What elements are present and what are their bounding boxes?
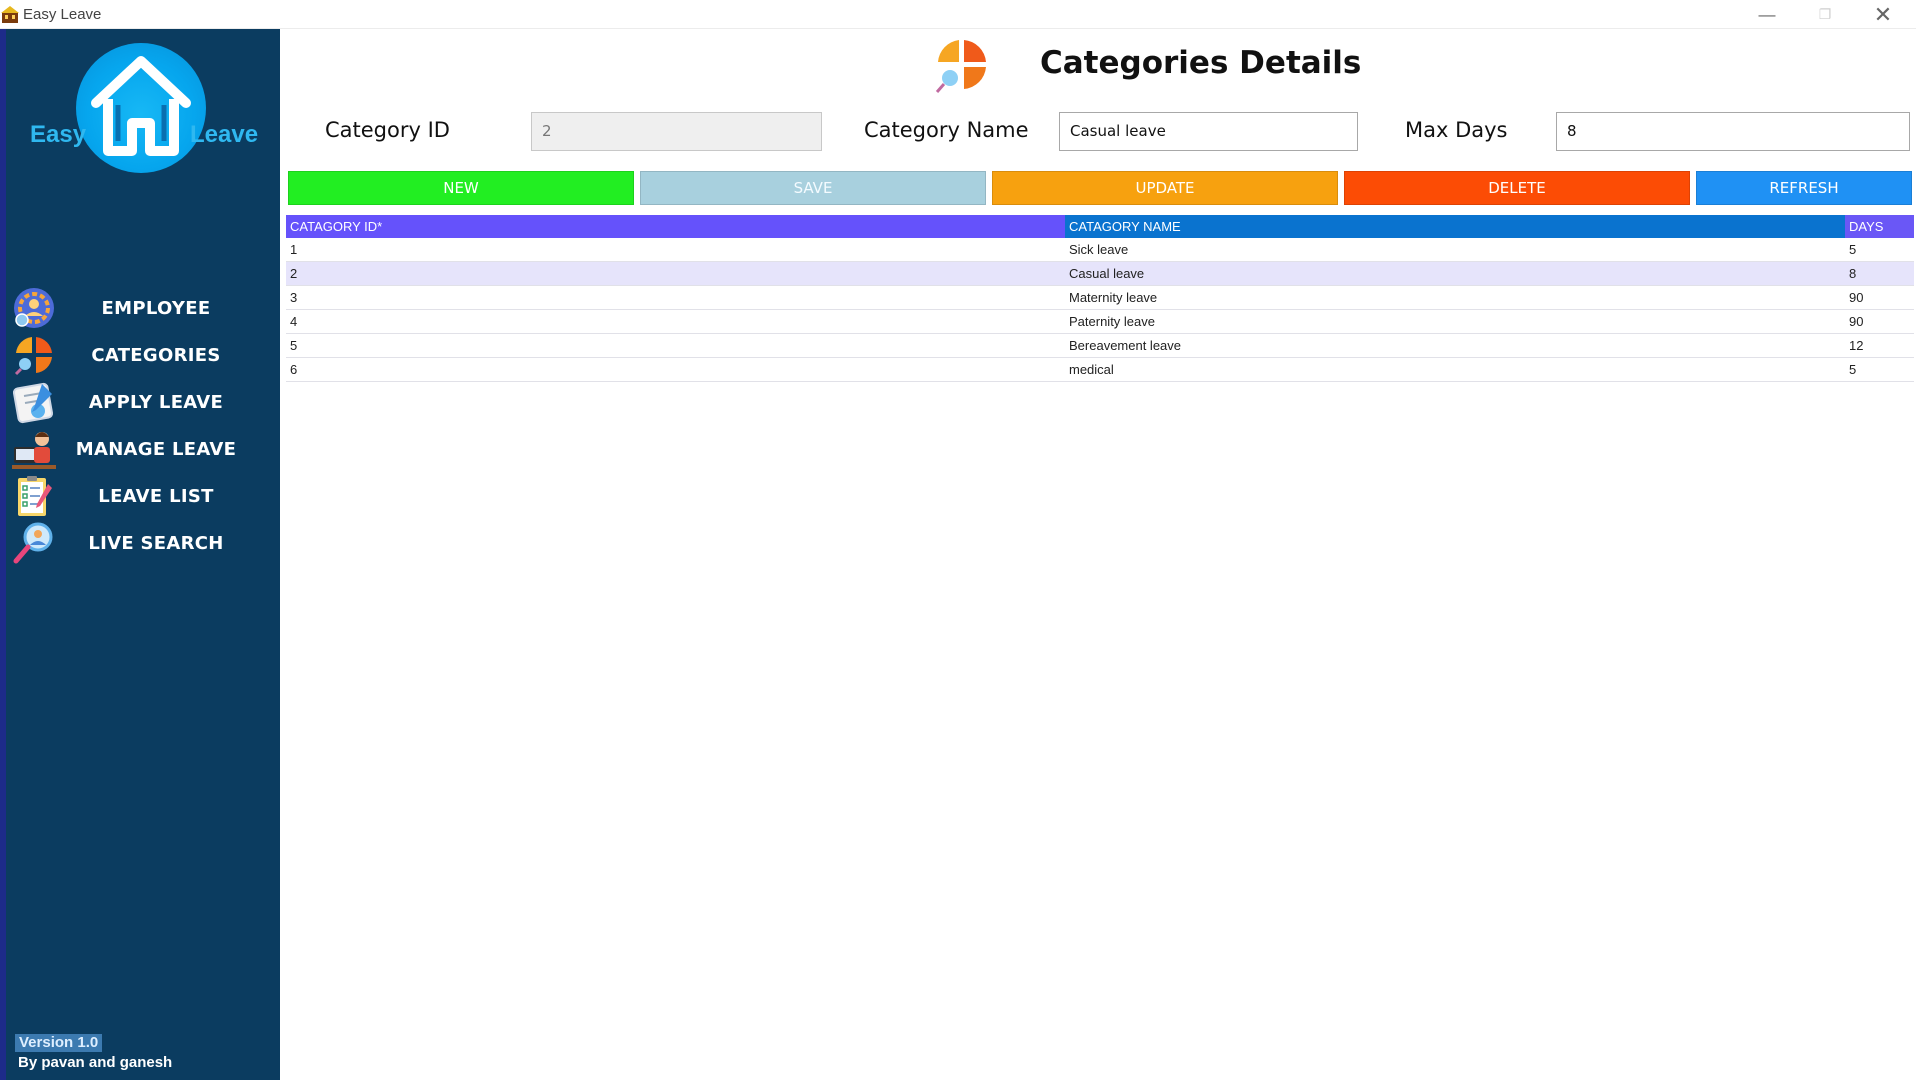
table-row[interactable]: 1 Sick leave 5 xyxy=(286,238,1914,262)
category-id-field[interactable]: 2 xyxy=(531,112,822,151)
max-days-field[interactable]: 8 xyxy=(1556,112,1910,151)
sidebar-item-live-search[interactable]: LIVE SEARCH xyxy=(12,521,272,565)
table-header: CATAGORY ID* CATAGORY NAME DAYS xyxy=(286,215,1914,238)
manage-leave-icon xyxy=(12,432,56,469)
sidebar-item-employee[interactable]: EMPLOYEE xyxy=(12,286,272,330)
table-row-selected[interactable]: 2 Casual leave 8 xyxy=(286,262,1914,286)
page-title: Categories Details xyxy=(1040,45,1362,81)
categories-table: CATAGORY ID* CATAGORY NAME DAYS 1 Sick l… xyxy=(286,215,1914,382)
cell-name: Casual leave xyxy=(1069,266,1145,281)
update-button[interactable]: UPDATE xyxy=(992,171,1338,205)
cell-name: Paternity leave xyxy=(1069,314,1155,329)
categories-icon xyxy=(14,337,52,376)
refresh-button[interactable]: REFRESH xyxy=(1696,171,1912,205)
cell-name: medical xyxy=(1069,362,1114,377)
category-name-field[interactable]: Casual leave xyxy=(1059,112,1358,151)
cell-id: 5 xyxy=(290,338,298,353)
cell-id: 2 xyxy=(290,266,298,281)
cell-id: 6 xyxy=(290,362,298,377)
author-label: By pavan and ganesh xyxy=(18,1054,173,1071)
window-title: Easy Leave xyxy=(23,6,102,23)
employee-icon xyxy=(14,288,54,328)
close-icon: ✕ xyxy=(1873,1,1893,27)
cell-name: Maternity leave xyxy=(1069,290,1158,305)
table-row[interactable]: 5 Bereavement leave 12 xyxy=(286,334,1914,358)
sidebar: Easy Leave EMPLOYEE CATEGORIES APPLY LEA… xyxy=(0,29,280,1080)
new-button[interactable]: NEW xyxy=(288,171,634,205)
sidebar-item-label: MANAGE LEAVE xyxy=(75,438,237,460)
sidebar-item-label: LIVE SEARCH xyxy=(88,532,224,554)
app-house-icon xyxy=(1,6,19,23)
cell-days: 90 xyxy=(1849,290,1864,305)
table-row[interactable]: 6 medical 5 xyxy=(286,358,1914,382)
minimize-icon: — xyxy=(1758,4,1776,24)
save-button[interactable]: SAVE xyxy=(640,171,986,205)
logo-text-right: Leave xyxy=(190,121,259,148)
cell-name: Sick leave xyxy=(1069,242,1129,257)
cell-id: 3 xyxy=(290,290,298,305)
apply-leave-icon xyxy=(12,382,54,424)
cell-days: 12 xyxy=(1849,338,1864,353)
cell-days: 5 xyxy=(1849,362,1857,377)
title-bar: Easy Leave — ❐ ✕ xyxy=(0,0,1916,29)
sidebar-item-leave-list[interactable]: LEAVE LIST xyxy=(12,474,272,518)
table-row[interactable]: 4 Paternity leave 90 xyxy=(286,310,1914,334)
cell-days: 90 xyxy=(1849,314,1864,329)
cell-id: 1 xyxy=(290,242,298,257)
house-logo-icon xyxy=(91,56,191,156)
live-search-icon xyxy=(13,522,53,564)
sidebar-item-categories[interactable]: CATEGORIES xyxy=(12,333,272,377)
sidebar-item-label: APPLY LEAVE xyxy=(88,391,224,413)
category-id-label: Category ID xyxy=(325,118,450,142)
categories-header-icon xyxy=(935,40,986,93)
category-name-label: Category Name xyxy=(864,118,1029,142)
sidebar-item-label: LEAVE LIST xyxy=(98,485,214,507)
leave-list-icon xyxy=(18,476,52,516)
maximize-button[interactable]: ❐ xyxy=(1796,0,1854,29)
logo-text-left: Easy xyxy=(30,121,87,148)
sidebar-item-apply-leave[interactable]: APPLY LEAVE xyxy=(12,380,272,424)
sidebar-item-label: EMPLOYEE xyxy=(101,297,211,319)
logo-circle xyxy=(76,43,206,173)
cell-days: 5 xyxy=(1849,242,1857,257)
column-header-id[interactable]: CATAGORY ID* xyxy=(286,215,1065,238)
sidebar-item-manage-leave[interactable]: MANAGE LEAVE xyxy=(12,427,272,471)
sidebar-edge xyxy=(0,29,6,1080)
app-logo: Easy Leave xyxy=(28,43,268,183)
column-header-days[interactable]: DAYS xyxy=(1845,215,1914,238)
restore-icon: ❐ xyxy=(1818,6,1832,22)
cell-id: 4 xyxy=(290,314,298,329)
max-days-label: Max Days xyxy=(1405,118,1508,142)
table-row[interactable]: 3 Maternity leave 90 xyxy=(286,286,1914,310)
version-label: Version 1.0 xyxy=(15,1034,103,1052)
cell-name: Bereavement leave xyxy=(1069,338,1182,353)
delete-button[interactable]: DELETE xyxy=(1344,171,1690,205)
cell-days: 8 xyxy=(1849,266,1857,281)
column-header-name[interactable]: CATAGORY NAME xyxy=(1065,215,1845,238)
close-button[interactable]: ✕ xyxy=(1854,0,1912,29)
sidebar-item-label: CATEGORIES xyxy=(91,344,221,366)
minimize-button[interactable]: — xyxy=(1738,0,1796,29)
